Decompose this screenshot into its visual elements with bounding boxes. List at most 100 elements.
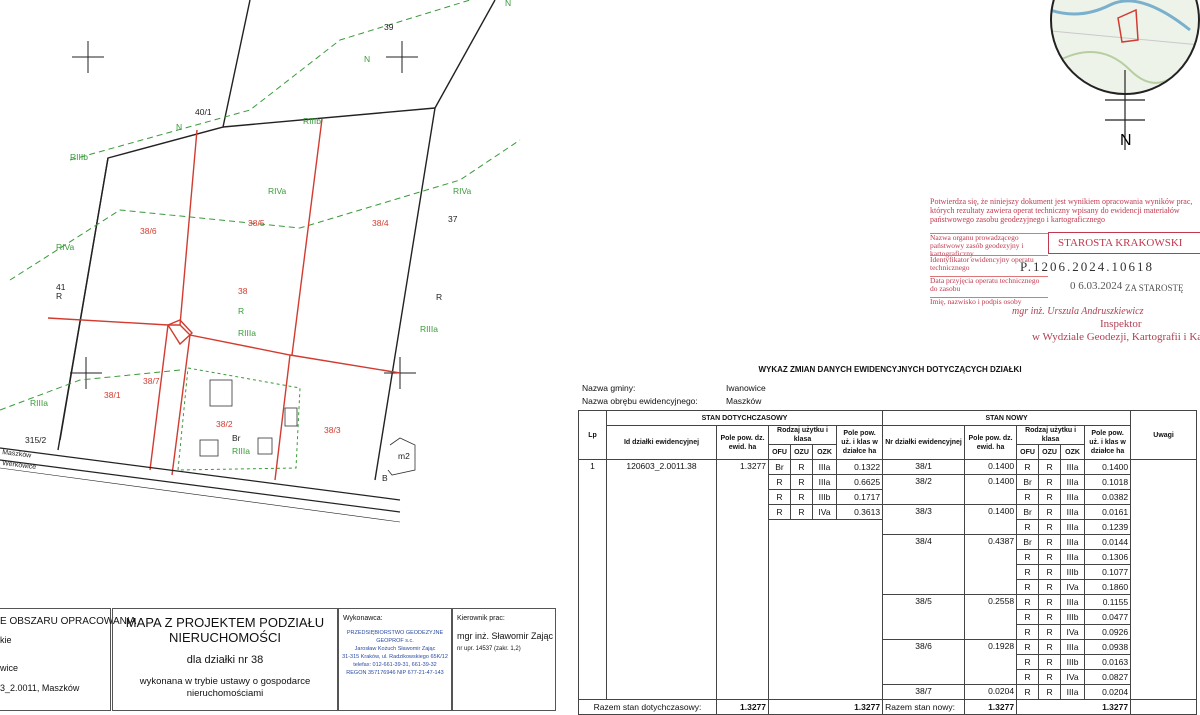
title-panel: MAPA Z PROJEKTEM PODZIAŁU NIERUCHOMOŚCI …: [112, 608, 338, 711]
contractor-label: Wykonawca:: [343, 615, 383, 622]
label-rilb: RIIIb: [303, 116, 321, 126]
map-labels: 39 40/1 37 41 315/2 38/6 38/5 38/4 38 38…: [2, 0, 511, 483]
cell-ofu-old: R: [768, 474, 791, 490]
map-title-line2: NIERUCHOMOŚCI: [169, 630, 281, 645]
cell-ozk-new: IIIb: [1060, 564, 1086, 580]
cell-ozk-new: IIIa: [1060, 684, 1086, 700]
cell-pole-uz-new: 0.1306: [1084, 549, 1132, 565]
gmina-label: Nazwa gminy:: [582, 383, 636, 393]
header-pole-dz: Pole pow. dz. ewid. ha: [716, 425, 769, 460]
label-r2: R: [238, 306, 244, 316]
contractor-line: REGON 357176946 NIP 677-21-47-143: [346, 670, 444, 676]
cell-ofu-new: Br: [1016, 504, 1040, 520]
header-rodzaj-old: Rodzaj użytku i klasa: [768, 425, 837, 445]
cell-ofu-new: R: [1016, 654, 1040, 670]
cell-ofu-new: R: [1016, 609, 1040, 625]
map-title-line1: MAPA Z PROJEKTEM PODZIAŁU: [125, 615, 325, 630]
obreb-label: Nazwa obrębu ewidencyjnego:: [582, 396, 698, 406]
cell-ozk-new: IVa: [1060, 669, 1086, 685]
label-38: 38: [238, 286, 248, 296]
contractor-line: PRZEDSIĘBIORSTWO GEODEZYJNE: [346, 630, 444, 636]
cell-pole-uz-new: 0.1077: [1084, 564, 1132, 580]
cell-pole-uz-new: 0.0163: [1084, 654, 1132, 670]
cell-pole-dz-new: 0.1400: [964, 474, 1018, 505]
cell-pole-uz-new: 0.0477: [1084, 609, 1132, 625]
cell-ozk-new: IIIb: [1060, 609, 1086, 625]
stamp-row4-label: Imię, nazwisko i podpis osoby: [930, 297, 1048, 306]
cell-ozk-new: IVa: [1060, 624, 1086, 640]
area-line-1: kie: [0, 635, 12, 645]
stamp-operat-id: P.1206.2024.10618: [1020, 259, 1155, 274]
cell-pole-uz-new: 0.0926: [1084, 624, 1132, 640]
cell-ozu-new: R: [1038, 534, 1062, 550]
stamp-date: 0 6.03.2024: [1070, 280, 1123, 292]
cell-ozu-new: R: [1038, 594, 1062, 610]
cell-ozk-new: IIIa: [1060, 639, 1086, 655]
contractor-line: telefax: 012-661-39-31, 661-39-32: [353, 662, 437, 668]
cell-pole-uz-new: 0.1860: [1084, 579, 1132, 595]
label-38-6: 38/6: [140, 226, 157, 236]
cell-nr: 38/7: [882, 684, 966, 700]
cell-ofu-new: R: [1016, 549, 1040, 565]
label-38-2: 38/2: [216, 419, 233, 429]
cell-ofu-new: R: [1016, 579, 1040, 595]
stamp-row3-label: Data przyjęcia operatu technicznego do z…: [930, 276, 1048, 293]
cell-pole-uz-old: 0.1717: [835, 489, 884, 505]
sum-old-uses: 1.3277: [767, 699, 884, 715]
label-rilb2: RIIIb: [70, 152, 88, 162]
header-uwagi: Uwagi: [1130, 410, 1198, 460]
cell-ozk-new: IIIa: [1060, 549, 1086, 565]
cell-ozu-new: R: [1038, 504, 1062, 520]
cell-ozk-old: IIIa: [812, 474, 837, 490]
label-b: B: [382, 473, 388, 483]
contractor-line: 31-315 Kraków, ul. Radzikowskiego 65K/12: [342, 654, 448, 660]
changes-list-title: WYKAZ ZMIAN DANYCH EWIDENCYJNYCH DOTYCZĄ…: [758, 365, 1022, 374]
header-ozu-new: OZU: [1038, 444, 1062, 460]
cell-ozk-new: IIIa: [1060, 534, 1086, 550]
cell-pole-dz-new: 0.1400: [964, 459, 1018, 475]
cell-ozu-new: R: [1038, 579, 1062, 595]
cell-pole-uz-new: 0.0938: [1084, 639, 1132, 655]
label-riva1: RIVa: [268, 186, 287, 196]
cell-ozu-old: R: [790, 459, 813, 475]
label-40-1: 40/1: [195, 107, 212, 117]
cell-nr: 38/1: [882, 459, 966, 475]
map-mode-line2: nieruchomościami: [186, 688, 264, 699]
cell-ofu-new: R: [1016, 624, 1040, 640]
cell-pole-uz-new: 0.1239: [1084, 519, 1132, 535]
manager-panel: Kierownik prac: mgr inż. Sławomir Zając …: [452, 608, 556, 711]
header-ozk-old: OZK: [812, 444, 837, 460]
cell-pole-uz-old: 0.6625: [835, 474, 884, 490]
label-riva2: RIVa: [453, 186, 472, 196]
road: [0, 447, 401, 523]
sum-new-label: Razem stan nowy:: [882, 699, 966, 715]
cell-pole-dz-new: 0.1400: [964, 504, 1018, 535]
label-39: 39: [384, 22, 394, 32]
cell-ofu-new: R: [1016, 684, 1040, 700]
manager-label: Kierownik prac:: [457, 615, 505, 622]
signer-name: mgr inż. Urszula Andruszkiewicz: [1012, 306, 1144, 317]
cell-ozu-old: R: [790, 489, 813, 505]
cell-ozu-new: R: [1038, 519, 1062, 535]
header-id: Id działki ewidencyjnej: [606, 425, 717, 460]
cell-id: 120603_2.0011.38: [606, 459, 717, 700]
stamp-intro: Potwierdza się, że niniejszy dokument je…: [930, 197, 1193, 224]
label-br: Br: [232, 433, 241, 443]
contractor-panel: Wykonawca: PRZEDSIĘBIORSTWO GEODEZYJNE GE…: [338, 608, 452, 711]
cell-pole-uz-new: 0.0827: [1084, 669, 1132, 685]
cell-ozk-old: IIIb: [812, 489, 837, 505]
cell-ozu-new: R: [1038, 624, 1062, 640]
signer-role: Inspektor: [1100, 318, 1142, 330]
area-line-3: 3_2.0011, Maszków: [0, 683, 80, 693]
header-nr: Nr działki ewidencyjnej: [882, 425, 966, 460]
cell-pole-uz-new: 0.0144: [1084, 534, 1132, 550]
cell-nr: 38/5: [882, 594, 966, 640]
cell-pole-dz: 1.3277: [716, 459, 769, 700]
cell-ozk-new: IIIa: [1060, 489, 1086, 505]
header-ofu-new: OFU: [1016, 444, 1040, 460]
label-315-2: 315/2: [25, 435, 47, 445]
label-r1: R: [56, 291, 62, 301]
header-pole-dz-new: Pole pow. dz. ewid. ha: [964, 425, 1018, 460]
cell-ofu-new: R: [1016, 489, 1040, 505]
cell-pole-uz-new: 0.1155: [1084, 594, 1132, 610]
